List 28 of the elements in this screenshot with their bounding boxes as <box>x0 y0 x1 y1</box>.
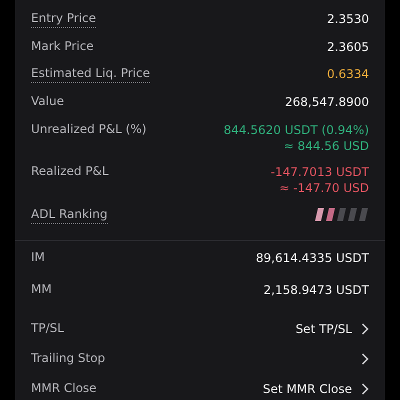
field-value: -147.7013 USDT <box>270 164 369 180</box>
field-value: 89,614.4335 USDT <box>256 250 369 266</box>
field-value: 2.3530 <box>327 11 369 27</box>
field-label: TP/SL <box>31 320 64 337</box>
field-label: Unrealized P&L (%) <box>31 122 146 138</box>
field-label: Estimated Liq. Price <box>31 66 150 84</box>
field-label: Value <box>31 94 64 110</box>
field-label: IM <box>31 250 45 266</box>
chevron-right-icon <box>361 382 369 395</box>
chevron-right-icon <box>361 322 369 335</box>
field-value: ≈ -147.70 USD <box>279 180 369 196</box>
field-label: Realized P&L <box>31 164 109 180</box>
field-label: ADL Ranking <box>31 206 108 224</box>
field-label: MMR Close <box>31 380 97 397</box>
field-label: MM <box>31 282 52 298</box>
field-value: 268,547.8900 <box>285 94 369 110</box>
field-value: 844.5620 USDT (0.94%) <box>224 122 369 138</box>
row-link[interactable]: Set TP/SL <box>296 320 369 337</box>
field-label: Mark Price <box>31 38 94 55</box>
row-link[interactable]: Set MMR Close <box>262 380 369 397</box>
field-label: Entry Price <box>31 11 96 28</box>
chevron-right-icon <box>361 352 369 365</box>
field-label: Trailing Stop <box>31 350 106 367</box>
row-link[interactable] <box>361 352 369 365</box>
field-value: ≈ 844.56 USD <box>284 138 369 154</box>
field-value: 0.6334 <box>327 66 369 82</box>
field-value: 2.3605 <box>327 38 369 55</box>
field-value: 2,158.9473 USDT <box>264 282 369 298</box>
